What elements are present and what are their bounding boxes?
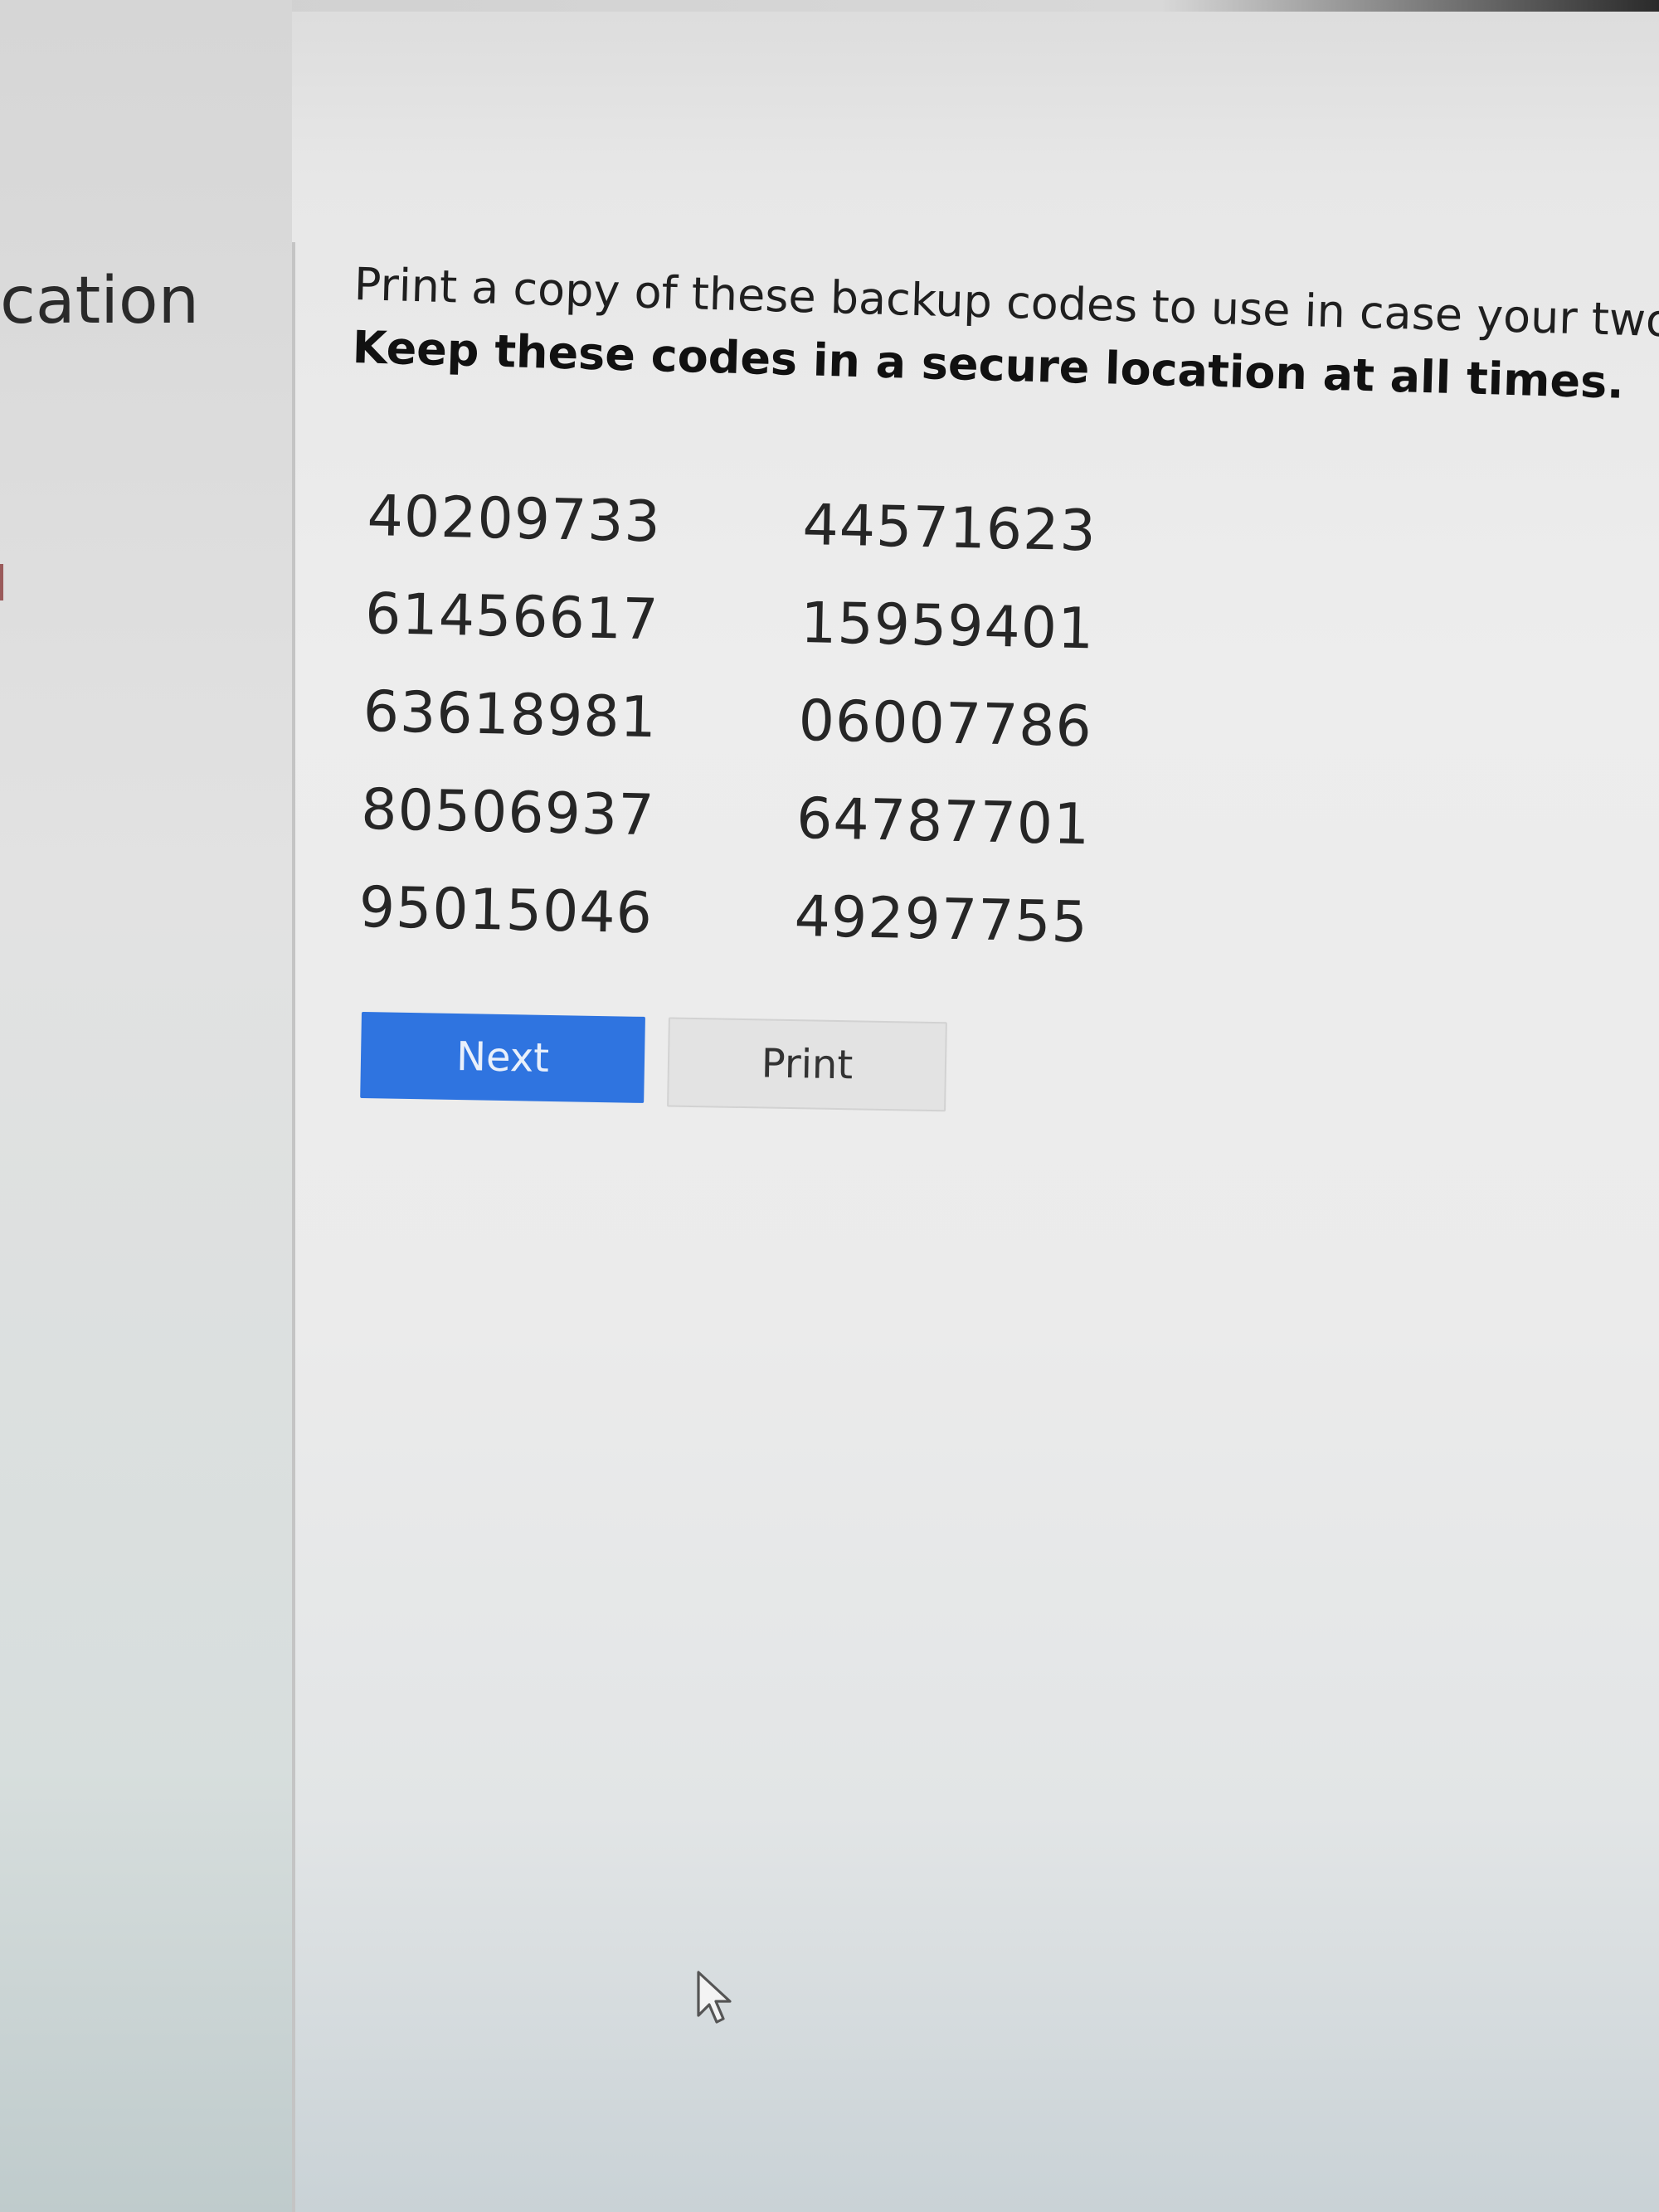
- backup-codes-list: 40209733 44571623 61456617 15959401 6361…: [358, 467, 1198, 974]
- backup-code: 95015046: [358, 874, 654, 946]
- backup-code: 44571623: [801, 492, 1097, 564]
- backup-codes-panel: Print a copy of these backup codes to us…: [355, 253, 1659, 1414]
- code-row: 40209733 44571623: [367, 467, 1198, 582]
- code-row: 61456617 15959401: [364, 565, 1195, 680]
- code-row: 95015046 49297755: [358, 858, 1190, 974]
- panel-divider: [292, 242, 295, 2212]
- print-button[interactable]: Print: [667, 1017, 947, 1112]
- code-row: 63618981 06007786: [362, 663, 1194, 778]
- backup-code: 80506937: [360, 776, 656, 848]
- code-row: 80506937 64787701: [360, 761, 1191, 876]
- sidebar: cation: [0, 0, 292, 2212]
- backup-code: 61456617: [364, 581, 660, 653]
- instructions: Print a copy of these backup codes to us…: [355, 253, 1659, 416]
- next-button[interactable]: Next: [360, 1012, 645, 1103]
- backup-code: 63618981: [362, 678, 658, 751]
- action-buttons: Next Print: [360, 1012, 947, 1112]
- mouse-pointer-icon: [697, 1971, 732, 2024]
- sidebar-marker: [0, 564, 3, 600]
- sidebar-title: cation: [0, 264, 200, 338]
- backup-code: 40209733: [366, 483, 662, 555]
- backup-code: 06007786: [797, 688, 1093, 760]
- backup-code: 15959401: [800, 590, 1096, 662]
- backup-code: 49297755: [793, 883, 1089, 955]
- backup-code: 64787701: [795, 785, 1092, 858]
